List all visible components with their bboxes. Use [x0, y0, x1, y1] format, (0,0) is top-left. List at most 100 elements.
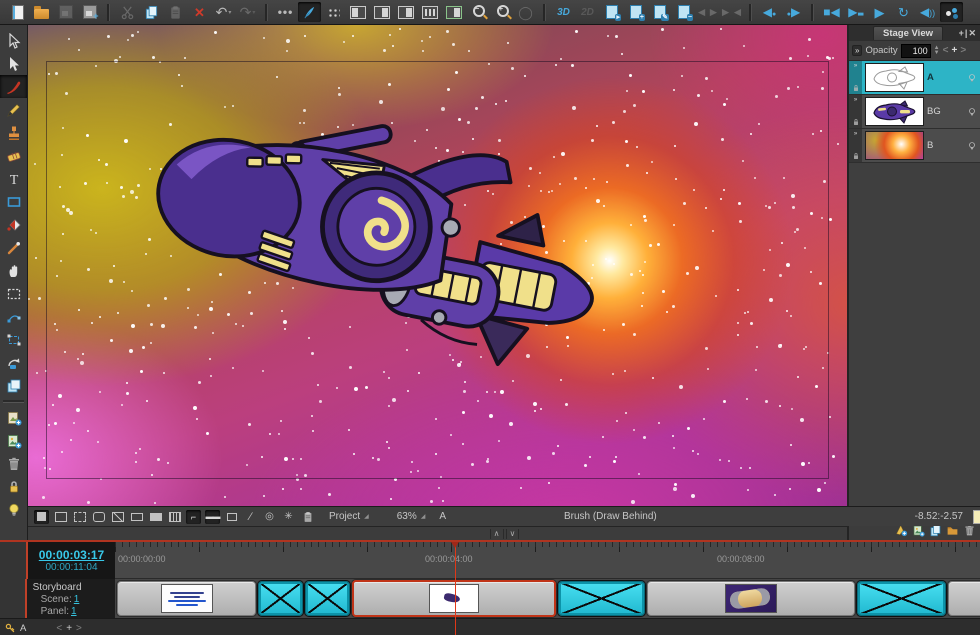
- layer-forward-icon[interactable]: ▸: [600, 2, 623, 22]
- eraser-tool[interactable]: [0, 144, 27, 167]
- wide-frame-icon[interactable]: [129, 510, 144, 524]
- crossed-frame-icon[interactable]: [110, 510, 125, 524]
- rotation-icon[interactable]: ◎: [262, 510, 277, 524]
- next-layer-button[interactable]: >: [960, 45, 966, 56]
- timeline-prev-button[interactable]: <: [56, 623, 66, 634]
- safe-area-icon[interactable]: [53, 510, 68, 524]
- delete-icon[interactable]: ✕: [188, 2, 211, 22]
- reference-icon[interactable]: ✳: [281, 510, 296, 524]
- clipboard-icon[interactable]: [300, 510, 315, 524]
- rotate-view-icon[interactable]: ◯: [514, 2, 537, 22]
- panel-picture-icon[interactable]: [442, 2, 465, 22]
- save-icon[interactable]: [54, 2, 77, 22]
- add-layer-button[interactable]: +: [951, 45, 957, 56]
- stage-timeline-splitter[interactable]: ∧ ∨: [28, 526, 980, 540]
- collapse-panel-button[interactable]: »: [852, 45, 863, 56]
- zoom-in-icon[interactable]: +: [490, 2, 513, 22]
- new-icon[interactable]: [6, 2, 29, 22]
- panel-value[interactable]: 1: [71, 606, 77, 617]
- brush-tool[interactable]: [0, 75, 27, 98]
- storyboard-track[interactable]: [115, 579, 980, 618]
- storyboard-panel-1[interactable]: [117, 581, 256, 616]
- loop-icon[interactable]: ↻: [892, 2, 915, 22]
- line-tool-icon[interactable]: ∕: [243, 510, 258, 524]
- camera-mask-icon[interactable]: [34, 509, 49, 524]
- zoom-level-select[interactable]: 63% ◢: [397, 511, 426, 522]
- film-thumbnails-icon[interactable]: [418, 2, 441, 22]
- opacity-stepper[interactable]: ▲ ▼: [934, 45, 940, 56]
- copy-icon[interactable]: [140, 2, 163, 22]
- rotate-view-tool[interactable]: [0, 351, 27, 374]
- pinch-1-icon[interactable]: ◄►: [696, 2, 720, 22]
- sound-icon[interactable]: ◀)): [916, 2, 939, 22]
- save-all-icon[interactable]: +: [78, 2, 101, 22]
- layer-drag-handle[interactable]: »: [849, 129, 862, 162]
- project-safety-icon[interactable]: [72, 510, 87, 524]
- add-layer-icon[interactable]: +: [624, 2, 647, 22]
- tab-stage-view[interactable]: Stage View: [873, 26, 943, 40]
- layer-name[interactable]: A: [927, 72, 964, 83]
- stamp-tool[interactable]: [0, 121, 27, 144]
- view-mode-select[interactable]: Project ◢: [329, 511, 369, 522]
- splitter-expand-down-icon[interactable]: ∨: [505, 528, 520, 539]
- aspect-frame-icon[interactable]: [91, 510, 106, 524]
- show-colour-icon[interactable]: [940, 2, 963, 22]
- play-icon[interactable]: ▶: [868, 2, 891, 22]
- next-frame-icon[interactable]: ●▶: [782, 2, 805, 22]
- menus-icon[interactable]: ▬▬: [205, 509, 221, 524]
- splitter-expand-up-icon[interactable]: ∧: [489, 528, 504, 539]
- opacity-value-field[interactable]: 100: [900, 43, 931, 58]
- layer-drag-handle[interactable]: »: [849, 61, 862, 94]
- light-table-icon[interactable]: [964, 106, 980, 118]
- transform-tool[interactable]: [0, 52, 27, 75]
- layer-name[interactable]: B: [927, 140, 964, 151]
- previous-layer-button[interactable]: <: [943, 45, 949, 56]
- stage-canvas[interactable]: [28, 25, 847, 507]
- remove-layer-icon[interactable]: −: [672, 2, 695, 22]
- filled-frame-icon[interactable]: [148, 510, 163, 524]
- light-table-icon[interactable]: [964, 140, 980, 152]
- open-icon[interactable]: [30, 2, 53, 22]
- layer-thumbnail[interactable]: [865, 131, 924, 160]
- thumbnails-grid-icon[interactable]: [322, 2, 345, 22]
- timeline-next-button[interactable]: >: [76, 623, 86, 634]
- fields-grid-icon[interactable]: [167, 510, 182, 524]
- ruler-icon[interactable]: ⌐: [186, 509, 201, 524]
- paint-tool[interactable]: [0, 213, 27, 236]
- 3d-mode-icon[interactable]: 3D: [552, 2, 575, 22]
- storyboard-panel-6[interactable]: [647, 581, 855, 616]
- play-selection-icon[interactable]: ▶■■: [844, 2, 867, 22]
- layer-row-bg[interactable]: » BG: [849, 95, 980, 129]
- layer-row-a[interactable]: » A: [849, 61, 980, 95]
- layer-thumbnail[interactable]: [865, 63, 924, 92]
- rectangle-tool[interactable]: [0, 190, 27, 213]
- contour-editor-tool[interactable]: [0, 305, 27, 328]
- timeline-playhead[interactable]: [451, 542, 459, 635]
- storyboard-panel-5[interactable]: [558, 581, 645, 616]
- panel-tab-buttons[interactable]: +|✕: [959, 28, 980, 39]
- panel-layout-1-icon[interactable]: [346, 2, 369, 22]
- delete-layer-button[interactable]: [0, 452, 27, 475]
- redo-icon[interactable]: ↷ ▾: [236, 2, 259, 22]
- previous-frame-icon[interactable]: ◀●: [758, 2, 781, 22]
- stop-icon[interactable]: ■◀: [820, 2, 843, 22]
- frame-select-tool[interactable]: [0, 328, 27, 351]
- light-table-button[interactable]: [0, 498, 27, 521]
- zoom-out-icon[interactable]: −: [466, 2, 489, 22]
- rename-layer-icon[interactable]: ✎: [648, 2, 671, 22]
- timeline-add-button[interactable]: +: [66, 623, 76, 634]
- mini-frame-icon[interactable]: [224, 510, 239, 524]
- brush-mode-icon[interactable]: [298, 2, 321, 22]
- add-vector-layer-button[interactable]: [0, 406, 27, 429]
- stroke-tool[interactable]: [0, 236, 27, 259]
- layer-drag-handle[interactable]: »: [849, 95, 862, 128]
- scene-value[interactable]: 1: [74, 594, 80, 605]
- pencil-tool[interactable]: [0, 98, 27, 121]
- storyboard-panel-2[interactable]: [258, 581, 303, 616]
- layers-tool[interactable]: [0, 374, 27, 397]
- 2d-mode-icon[interactable]: 2D: [576, 2, 599, 22]
- marquee-tool[interactable]: [0, 282, 27, 305]
- timeline-ruler[interactable]: 00:00:00:00 00:00:04:00 00:00:08:00: [115, 542, 980, 579]
- paste-icon[interactable]: [164, 2, 187, 22]
- text-tool[interactable]: [0, 167, 27, 190]
